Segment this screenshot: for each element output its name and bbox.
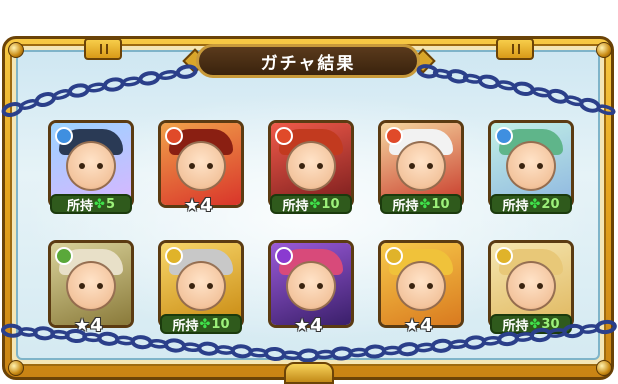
chain-link	[596, 104, 616, 116]
chain-link	[115, 335, 135, 346]
chain-link	[464, 335, 486, 350]
chain-link	[34, 92, 57, 107]
chain-link	[164, 338, 186, 353]
chain-link	[529, 327, 552, 343]
chain-top-left	[1, 64, 198, 117]
chain-link	[594, 319, 617, 335]
chain-link	[512, 81, 535, 97]
chain-link	[330, 346, 353, 361]
chain-link	[297, 348, 320, 363]
chain-link	[348, 347, 369, 358]
chain-link	[562, 323, 585, 339]
chain-link	[158, 69, 178, 81]
chain-link	[52, 89, 72, 100]
chain-link	[121, 76, 141, 87]
chain-link	[175, 64, 198, 79]
chain-link	[138, 71, 161, 86]
chain-link	[230, 344, 253, 359]
chain-link	[448, 339, 469, 350]
chain-link	[531, 87, 551, 98]
chain-link	[477, 74, 500, 90]
chain-link	[315, 349, 335, 360]
chain-decoration	[1, 64, 617, 363]
chain-link	[67, 83, 90, 98]
chain-link	[130, 335, 153, 350]
chain-link	[364, 344, 386, 359]
chain-link	[1, 102, 24, 117]
chain-link	[86, 82, 106, 93]
chain-link	[97, 331, 120, 346]
chain-link	[148, 338, 169, 349]
chain-link	[496, 80, 516, 91]
chain-link	[197, 341, 220, 356]
chain-link	[397, 342, 420, 357]
lock-icon	[284, 362, 334, 384]
chain-link	[415, 342, 435, 353]
chain-bottom	[1, 319, 617, 363]
chain-link	[102, 77, 125, 92]
chain-link	[248, 347, 269, 358]
chain-link	[579, 97, 601, 113]
chain-link	[215, 345, 235, 355]
chain-link	[430, 338, 453, 353]
chain-link	[264, 346, 286, 362]
chain-link	[547, 88, 569, 104]
chain-top-right	[416, 64, 616, 116]
chain-link	[497, 331, 520, 347]
